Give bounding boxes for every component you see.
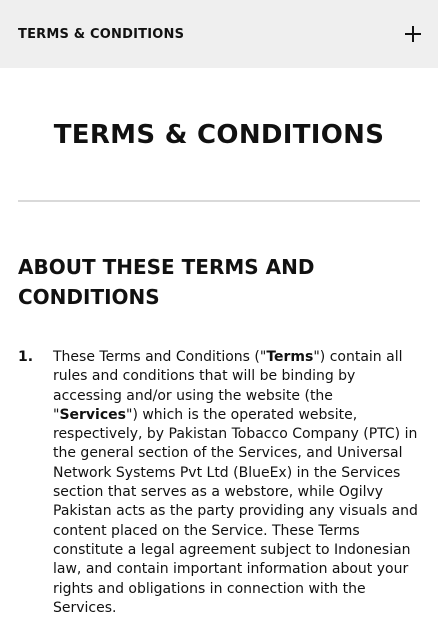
item-text-part: ") which is the operated website, respec… bbox=[53, 406, 418, 616]
terms-accordion-header[interactable]: TERMS & CONDITIONS bbox=[0, 0, 438, 68]
plus-icon[interactable] bbox=[402, 23, 424, 45]
item-text-part: These Terms and Conditions (" bbox=[53, 349, 267, 365]
section-heading: ABOUT THESE TERMS AND CONDITIONS bbox=[18, 255, 315, 309]
accordion-title: TERMS & CONDITIONS bbox=[18, 26, 185, 42]
list-item: 1. These Terms and Conditions ("Terms") … bbox=[18, 348, 420, 618]
item-bold-term: Services bbox=[59, 406, 126, 423]
item-text: These Terms and Conditions ("Terms") con… bbox=[53, 348, 420, 618]
item-number: 1. bbox=[18, 349, 34, 365]
divider bbox=[18, 200, 420, 202]
page-title: TERMS & CONDITIONS bbox=[53, 120, 385, 150]
plus-icon-glyph bbox=[405, 26, 421, 42]
terms-list: 1. These Terms and Conditions ("Terms") … bbox=[18, 348, 420, 618]
item-bold-term: Terms bbox=[266, 349, 314, 365]
